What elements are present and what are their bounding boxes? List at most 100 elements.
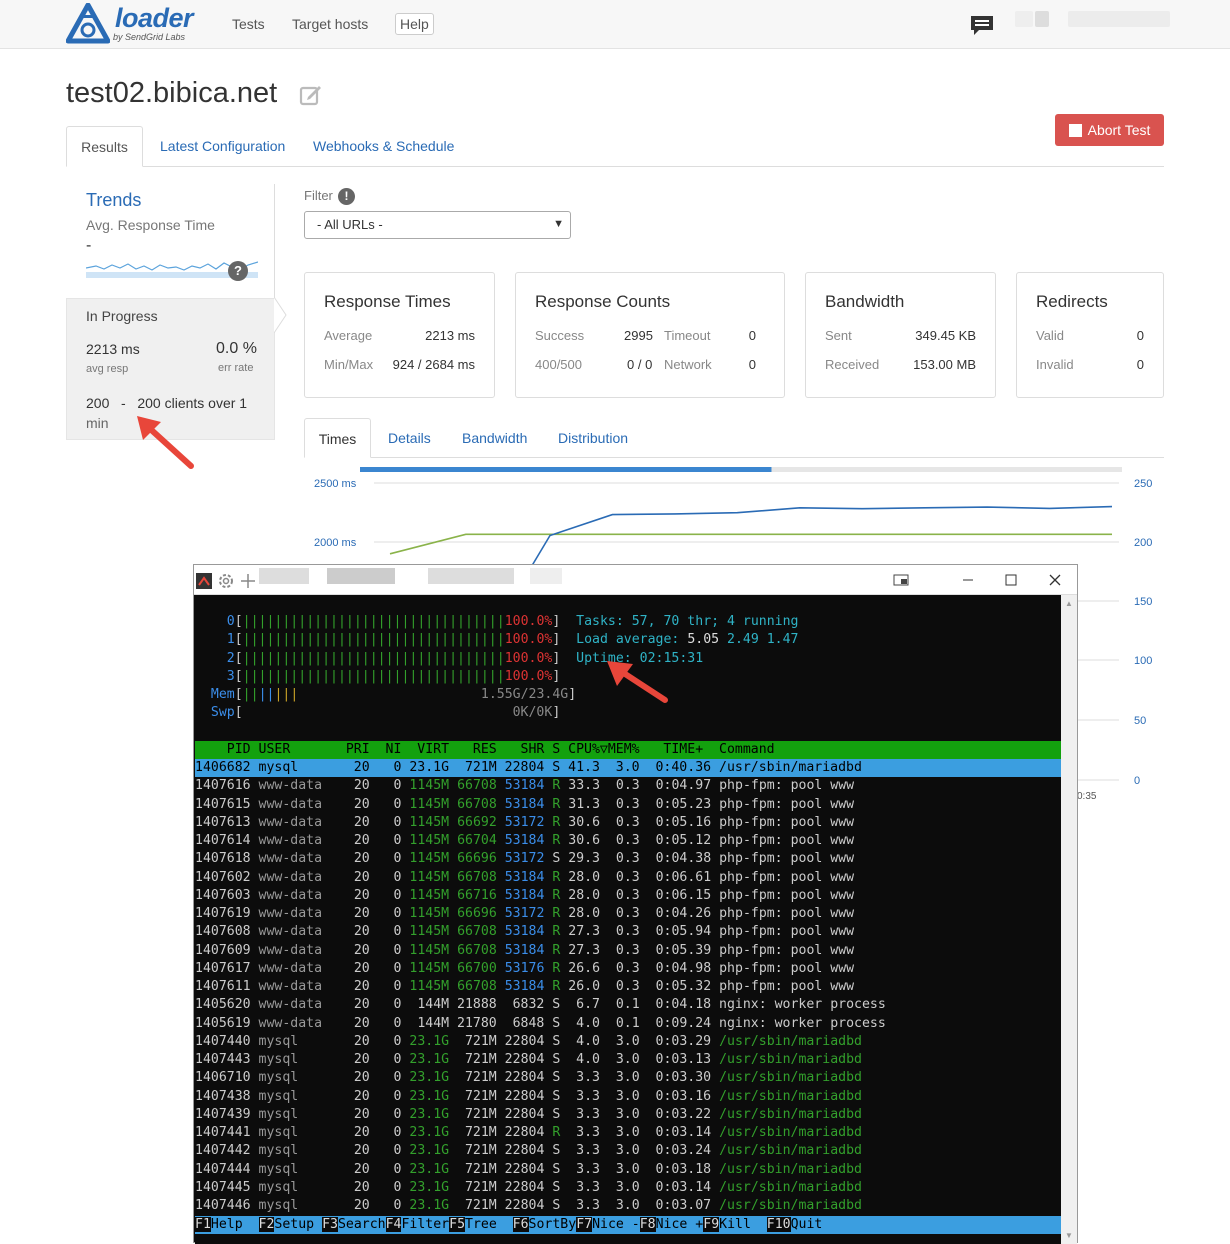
error-value: 0 / 0 (627, 357, 653, 372)
url-filter-select[interactable]: - All URLs - ▼ (304, 211, 571, 239)
process-row: 1407602 www-data 20 0 1145M 66708 53184 … (195, 869, 855, 885)
logo-subtitle: by SendGrid Labs (113, 32, 186, 42)
y-right-tick-label: 100 (1134, 655, 1152, 667)
trends-value: - (86, 237, 92, 254)
clients-info: 200 - 200 clients over 1 (86, 395, 248, 411)
tab-blur[interactable] (327, 568, 395, 584)
trends-panel: Trends Avg. Response Time - ? In Progres… (66, 184, 287, 440)
average-value: 2213 ms (425, 328, 475, 343)
chart-series-line (389, 533, 1112, 555)
y-right-tick-label: 150 (1134, 596, 1152, 608)
edit-icon[interactable] (299, 83, 323, 107)
loader-logo-icon (65, 2, 111, 44)
nav-tests[interactable]: Tests (232, 16, 265, 32)
process-row: 1407613 www-data 20 0 1145M 66692 53172 … (195, 814, 855, 830)
average-label: Average (324, 328, 373, 343)
close-icon[interactable] (1048, 573, 1062, 587)
process-row: 1406682 mysql 20 0 23.1G 721M 22804 S 41… (195, 759, 1061, 777)
process-row: 1407617 www-data 20 0 1145M 66700 53176 … (195, 960, 855, 976)
y-right-tick-label: 0 (1134, 775, 1140, 787)
user-name-blur (1035, 11, 1049, 27)
maximize-icon[interactable] (1004, 573, 1018, 587)
y-left-tick-label: 2000 ms (314, 537, 357, 549)
process-row: 1407438 mysql 20 0 23.1G 721M 22804 S 3.… (195, 1088, 862, 1104)
status-label: In Progress (86, 308, 158, 324)
scroll-down-icon[interactable]: ▼ (1065, 1231, 1073, 1240)
err-rate-value: 0.0 % (216, 340, 257, 357)
red-arrow-annotation (137, 416, 194, 469)
process-row: 1405620 www-data 20 0 144M 21888 6832 S … (195, 997, 886, 1013)
nav-target-hosts[interactable]: Target hosts (292, 16, 368, 32)
process-row: 1407446 mysql 20 0 23.1G 721M 22804 S 3.… (195, 1198, 862, 1213)
chat-icon[interactable] (969, 14, 995, 36)
minmax-value: 924 / 2684 ms (392, 357, 475, 372)
avg-resp-label: avg resp (86, 363, 129, 375)
tab-blur[interactable] (428, 568, 514, 584)
card-title: Response Times (324, 292, 451, 311)
divider (274, 184, 275, 298)
invalid-label: Invalid (1036, 357, 1074, 372)
trends-subtitle: Avg. Response Time (86, 217, 215, 233)
process-row: 1407440 mysql 20 0 23.1G 721M 22804 S 4.… (195, 1033, 862, 1049)
nav-help-button[interactable]: Help (395, 13, 434, 35)
err-rate-label: err rate (218, 362, 254, 374)
info-icon[interactable]: ! (338, 188, 355, 205)
network-label: Network (664, 357, 712, 372)
card-title: Redirects (1036, 292, 1108, 311)
valid-label: Valid (1036, 328, 1064, 343)
swap-meter: Swp[ 0K/0K] (210, 705, 561, 721)
process-row: 1407444 mysql 20 0 23.1G 721M 22804 S 3.… (195, 1161, 862, 1177)
avg-resp-value: 2213 ms (86, 341, 140, 357)
bandwidth-card: Bandwidth Sent 349.45 KB Received 153.00… (805, 272, 996, 398)
y-right-tick-label: 50 (1134, 715, 1146, 727)
redirects-card: Redirects Valid 0 Invalid 0 (1016, 272, 1164, 398)
tab-blur[interactable] (530, 568, 562, 584)
user-menu-blur[interactable] (1068, 11, 1170, 27)
process-row: 1407615 www-data 20 0 1145M 66708 53184 … (195, 796, 855, 812)
user-avatar-blur (1015, 11, 1033, 27)
tab-details[interactable]: Details (388, 418, 431, 458)
cpu-meter-3: 3[|||||||||||||||||||||||||||||||||100.0… (226, 668, 561, 684)
y-right-tick-label: 200 (1134, 537, 1152, 549)
mem-meter: Mem[||||||| 1.55G/23.4G] (210, 687, 577, 702)
trends-title[interactable]: Trends (86, 190, 141, 211)
process-row: 1407443 mysql 20 0 23.1G 721M 22804 S 4.… (195, 1052, 862, 1067)
tab-blur[interactable] (259, 568, 309, 584)
help-icon[interactable]: ? (228, 261, 248, 281)
gear-icon[interactable] (217, 572, 235, 590)
minimize-icon[interactable] (961, 573, 975, 587)
scroll-up-icon[interactable]: ▲ (1065, 599, 1073, 608)
tab-bandwidth[interactable]: Bandwidth (462, 418, 527, 458)
y-left-tick-label: 2500 ms (314, 478, 357, 490)
x-tick-label: 0:35 (1077, 791, 1097, 802)
terminal-titlebar (194, 565, 1077, 595)
process-row: 1406710 mysql 20 0 23.1G 721M 22804 S 3.… (195, 1070, 862, 1086)
red-arrow-annotation (607, 661, 668, 703)
top-navbar: loader by SendGrid Labs Tests Target hos… (0, 0, 1230, 49)
plus-icon[interactable] (239, 572, 257, 590)
page-title: test02.bibica.net (66, 77, 278, 109)
tab-times[interactable]: Times (304, 418, 371, 458)
terminal-scrollbar[interactable]: ▲ ▼ (1061, 595, 1077, 1244)
function-key-bar[interactable]: F1Help F2Setup F3SearchF4FilterF5Tree F6… (195, 1216, 1061, 1234)
window-mode-icon[interactable] (893, 574, 909, 586)
chart-progress-fill (360, 467, 772, 472)
error-label: 400/500 (535, 357, 582, 372)
cpu-meter-0: 0[|||||||||||||||||||||||||||||||||100.0… (226, 614, 799, 629)
tab-webhooks-schedule[interactable]: Webhooks & Schedule (313, 126, 454, 167)
tab-results[interactable]: Results (66, 126, 143, 167)
minmax-label: Min/Max (324, 357, 374, 372)
process-row: 1407618 www-data 20 0 1145M 66696 53172 … (195, 851, 855, 867)
process-row: 1405619 www-data 20 0 144M 21780 6848 S … (195, 1015, 886, 1031)
tab-latest-configuration[interactable]: Latest Configuration (160, 126, 285, 167)
response-times-card: Response Times Average 2213 ms Min/Max 9… (304, 272, 495, 398)
card-title: Response Counts (535, 292, 671, 311)
timeout-label: Timeout (664, 328, 711, 343)
success-value: 2995 (624, 328, 653, 343)
tab-distribution[interactable]: Distribution (558, 418, 628, 458)
process-row: 1407439 mysql 20 0 23.1G 721M 22804 S 3.… (195, 1106, 862, 1122)
terminal-app-icon (196, 573, 212, 589)
logo[interactable]: loader by SendGrid Labs (65, 2, 196, 45)
process-row: 1407614 www-data 20 0 1145M 66704 53184 … (195, 833, 855, 848)
chevron-down-icon: ▼ (553, 218, 564, 230)
